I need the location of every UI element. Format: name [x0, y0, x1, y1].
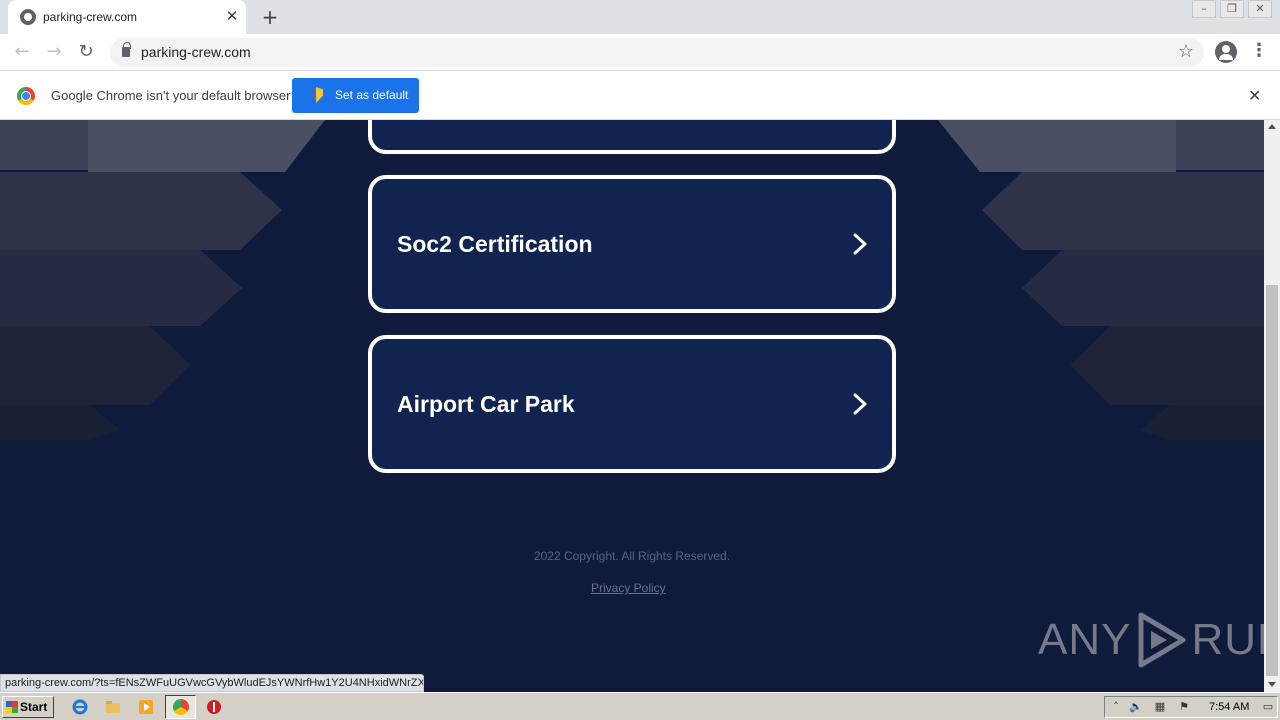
chevron-right-icon: [853, 393, 867, 415]
window-close-button[interactable]: ✕: [1248, 0, 1272, 18]
bookmark-star-icon[interactable]: ☆: [1178, 41, 1194, 62]
search-result-card[interactable]: Soc2 Certification: [368, 175, 896, 313]
chrome-taskbar-button[interactable]: [165, 695, 196, 719]
chrome-logo-icon: [17, 87, 35, 105]
globe-icon: [20, 9, 36, 25]
reload-button[interactable]: ↻: [74, 40, 98, 64]
watermark-right: RUN: [1191, 615, 1264, 664]
footer-copyright: 2022 Copyright. All Rights Reserved.: [533, 549, 731, 563]
chevron-right-icon: [853, 233, 867, 255]
address-bar[interactable]: parking-crew.com ☆: [110, 38, 1204, 67]
active-tab[interactable]: parking-crew.com ✕: [8, 0, 246, 34]
uac-shield-icon: [309, 87, 323, 103]
scroll-up-arrow-icon[interactable]: [1268, 124, 1276, 129]
set-as-default-button[interactable]: Set as default: [292, 78, 419, 113]
back-button[interactable]: ←: [10, 40, 34, 64]
action-center-flag-icon[interactable]: ⚑: [1177, 700, 1191, 714]
profile-avatar-icon[interactable]: [1215, 41, 1237, 63]
file-explorer-icon[interactable]: [105, 699, 121, 715]
scroll-thumb[interactable]: [1266, 285, 1278, 676]
play-logo-icon: [1138, 612, 1186, 668]
scroll-down-arrow-icon[interactable]: [1268, 682, 1276, 687]
volume-icon[interactable]: 🔈: [1129, 700, 1143, 714]
vertical-scrollbar[interactable]: [1264, 120, 1280, 692]
forward-button[interactable]: →: [42, 40, 66, 64]
show-hidden-icons-icon[interactable]: ˄: [1109, 700, 1123, 714]
restore-button[interactable]: ❐: [1220, 0, 1244, 18]
page-content: Soc2 Certification Airport Car Park 2022…: [0, 120, 1264, 692]
anyrun-watermark: ANY RUN: [1038, 610, 1264, 670]
new-tab-button[interactable]: +: [259, 6, 281, 28]
windows-logo-icon: [6, 701, 18, 713]
window-controls: – ❐ ✕: [1188, 0, 1272, 18]
set-as-default-label: Set as default: [335, 88, 409, 102]
menu-kebab-icon[interactable]: ⋮: [1250, 40, 1268, 64]
stop-icon[interactable]: [206, 699, 222, 715]
tab-title: parking-crew.com: [43, 10, 138, 24]
infobar-message: Google Chrome isn't your default browser: [51, 88, 291, 103]
card-label: Soc2 Certification: [397, 231, 593, 257]
link-status-bubble: parking-crew.com/?ts=fENsZWFuUGVwcGVybWl…: [0, 674, 424, 692]
system-tray: ˄ 🔈 ▦ ⚑ 7:54 AM ▭: [1104, 696, 1278, 718]
internet-explorer-icon[interactable]: [72, 699, 88, 715]
lock-icon[interactable]: [122, 42, 131, 57]
media-player-icon[interactable]: [138, 699, 154, 715]
watermark-left: ANY: [1038, 615, 1132, 664]
clock[interactable]: 7:54 AM: [1209, 701, 1249, 713]
search-result-card[interactable]: Airport Car Park: [368, 335, 896, 473]
privacy-policy-link[interactable]: Privacy Policy: [591, 581, 666, 595]
browser-toolbar: ← → ↻ parking-crew.com ☆ ⋮: [0, 34, 1280, 71]
tab-close-button[interactable]: ✕: [224, 8, 240, 24]
start-button[interactable]: Start: [2, 696, 54, 718]
chrome-icon: [173, 699, 189, 715]
card-label: Airport Car Park: [397, 391, 575, 417]
network-icon[interactable]: ▦: [1153, 700, 1167, 714]
default-browser-infobar: Google Chrome isn't your default browser…: [0, 71, 1280, 120]
infobar-close-icon[interactable]: ✕: [1248, 86, 1261, 105]
url-text[interactable]: parking-crew.com: [141, 44, 251, 60]
search-result-card[interactable]: [368, 120, 896, 154]
windows-taskbar: Start ˄ 🔈 ▦ ⚑ 7:54 AM ▭: [0, 692, 1280, 720]
show-desktop-icon[interactable]: ▭: [1261, 700, 1275, 714]
start-label: Start: [20, 700, 48, 714]
minimize-button[interactable]: –: [1192, 0, 1216, 18]
tab-strip: parking-crew.com ✕ + – ❐ ✕: [0, 0, 1280, 34]
